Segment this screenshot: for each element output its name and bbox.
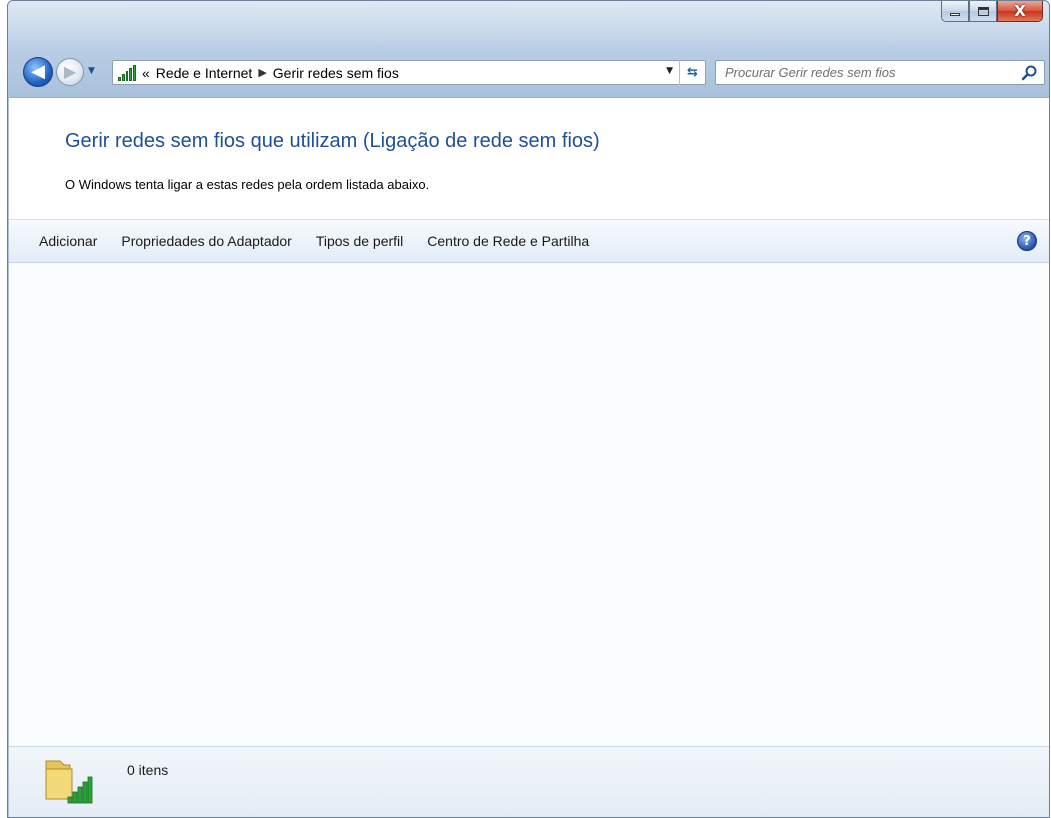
recent-pages-dropdown[interactable]: ▼ [88,66,95,76]
explorer-window: X ◀ ▶ ▼ « Rede e Internet ▶ Gerir redes … [7,0,1050,818]
profile-types-button[interactable]: Tipos de perfil [304,220,415,262]
page-description: O Windows tenta ligar a estas redes pela… [65,177,430,192]
back-button[interactable]: ◀ [23,57,53,87]
minimize-button[interactable] [941,1,969,22]
breadcrumb-item-gerir-redes[interactable]: Gerir redes sem fios [273,65,399,81]
breadcrumb-overflow[interactable]: « [142,65,150,81]
search-icon[interactable] [1021,64,1038,81]
page-background: X ◀ ▶ ▼ « Rede e Internet ▶ Gerir redes … [0,0,1051,818]
back-arrow-icon: ◀ [31,61,45,82]
refresh-button[interactable]: ⇆ [679,60,705,85]
address-bar[interactable]: « Rede e Internet ▶ Gerir redes sem fios… [112,60,706,85]
chevron-right-icon[interactable]: ▶ [258,66,266,79]
close-button[interactable]: X [997,1,1043,22]
content-pane: Gerir redes sem fios que utilizam (Ligaç… [9,97,1049,817]
breadcrumb: « Rede e Internet ▶ Gerir redes sem fios [142,65,399,81]
refresh-icon: ⇆ [687,65,698,80]
search-input[interactable] [725,65,1015,80]
window-controls: X [941,1,1043,22]
folder-signal-icon [45,760,93,804]
navigation-bar: ◀ ▶ ▼ « Rede e Internet ▶ Gerir redes se… [8,55,1049,89]
command-bar: Adicionar Propriedades do Adaptador Tipo… [9,219,1049,263]
forward-arrow-icon: ▶ [63,62,77,81]
title-bar: X [8,1,1049,49]
maximize-button[interactable] [969,1,997,22]
close-icon: X [1014,2,1026,20]
help-icon[interactable]: ? [1017,231,1037,251]
minimize-icon [950,13,960,16]
address-dropdown-button[interactable]: ▼ [666,66,673,76]
page-title: Gerir redes sem fios que utilizam (Ligaç… [65,130,600,152]
forward-button[interactable]: ▶ [56,58,84,86]
maximize-icon [977,6,989,16]
add-button[interactable]: Adicionar [9,220,109,262]
details-pane: 0 itens [9,746,1049,817]
item-count: 0 itens [127,762,169,778]
adapter-properties-button[interactable]: Propriedades do Adaptador [109,220,303,262]
breadcrumb-item-rede-internet[interactable]: Rede e Internet [156,65,253,81]
network-signal-icon [118,64,136,81]
network-list[interactable] [9,263,1049,746]
network-sharing-center-button[interactable]: Centro de Rede e Partilha [415,220,601,262]
search-box[interactable] [715,60,1045,85]
